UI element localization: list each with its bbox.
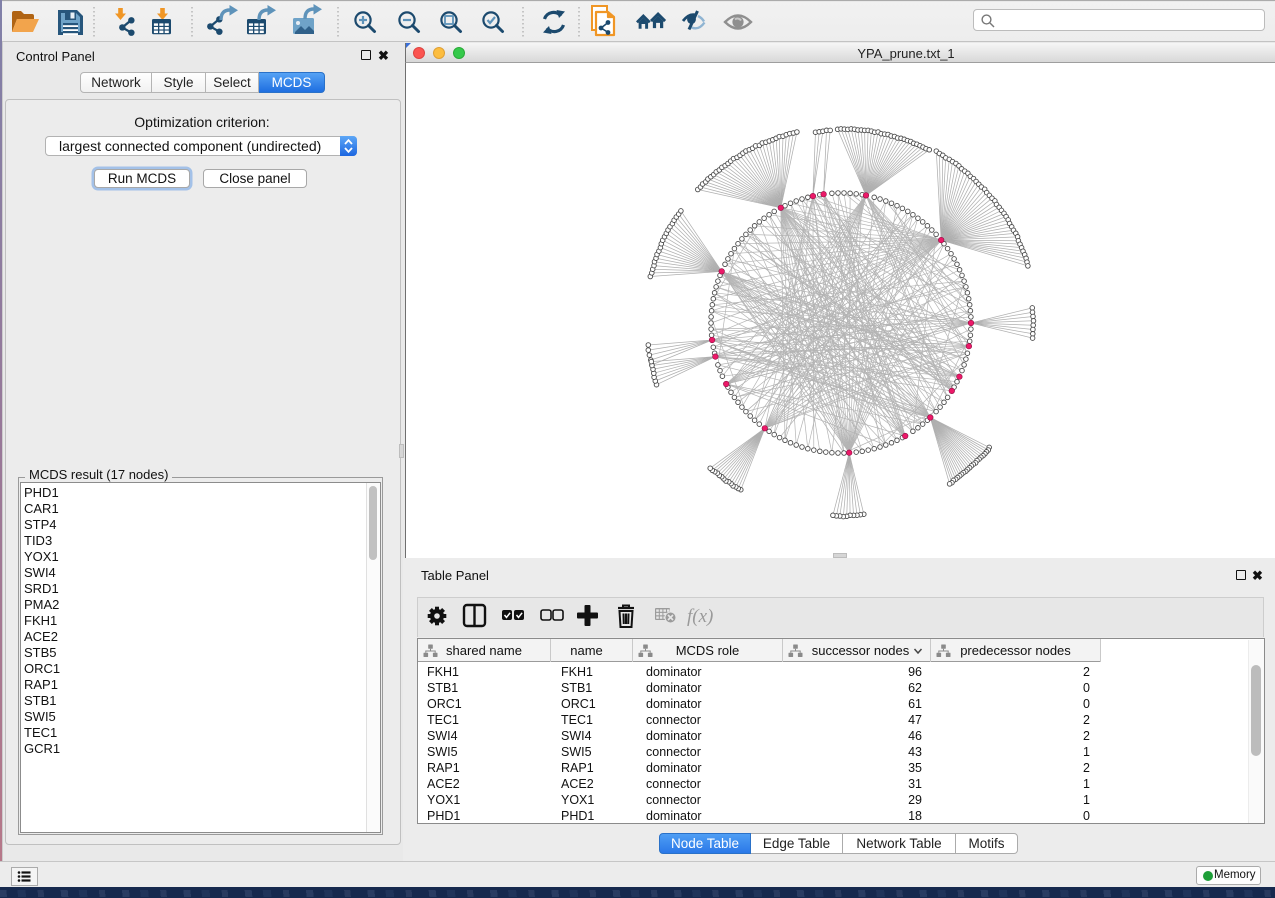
svg-text:f(x): f(x): [687, 606, 713, 627]
